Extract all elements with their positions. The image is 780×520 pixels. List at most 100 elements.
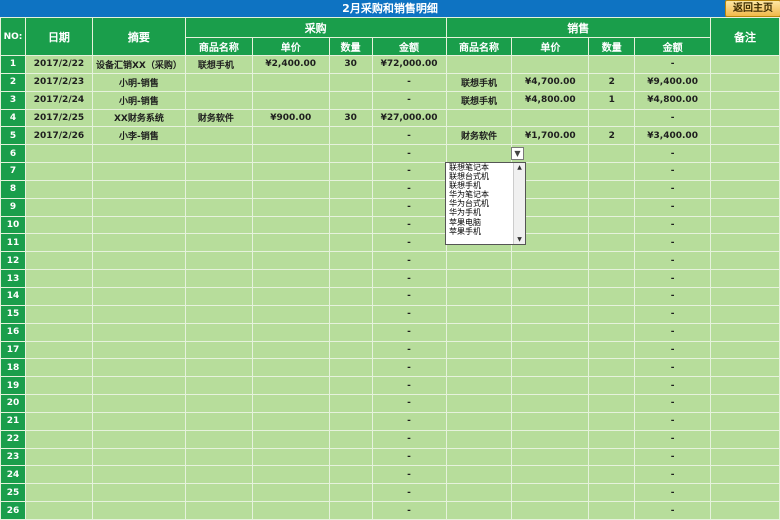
purchase-amount-cell[interactable]: -	[371, 447, 447, 467]
purchase-product-name-cell[interactable]	[184, 162, 253, 181]
remark-cell[interactable]	[710, 322, 780, 342]
purchase-product-name-cell[interactable]	[184, 269, 253, 288]
purchase-product-name-cell[interactable]	[184, 72, 253, 92]
purchase-product-name-cell[interactable]	[184, 286, 253, 306]
sales-quantity-cell[interactable]	[588, 286, 636, 306]
sales-amount-cell[interactable]: -	[634, 394, 712, 413]
sales-quantity-cell[interactable]: 2	[588, 72, 636, 92]
sales-unit-price-cell[interactable]	[511, 483, 590, 503]
purchase-product-name-cell[interactable]	[184, 411, 253, 431]
sales-quantity-cell[interactable]	[588, 447, 636, 467]
sales-amount-cell[interactable]: -	[634, 447, 712, 467]
dropdown-option[interactable]: 华为台式机	[446, 199, 513, 208]
purchase-amount-cell[interactable]: -	[371, 358, 447, 378]
sales-product-name-cell[interactable]	[445, 251, 513, 271]
sales-unit-price-cell[interactable]	[511, 411, 590, 431]
date-cell[interactable]: 2017/2/22	[24, 55, 93, 74]
sales-amount-cell[interactable]: ¥4,800.00	[634, 90, 712, 110]
summary-cell[interactable]: 设备汇销XX（采购）	[91, 55, 186, 74]
purchase-amount-cell[interactable]: -	[371, 162, 447, 181]
date-cell[interactable]	[24, 197, 93, 217]
purchase-quantity-cell[interactable]	[328, 304, 373, 324]
sales-quantity-cell[interactable]	[588, 376, 636, 396]
purchase-product-name-cell[interactable]	[184, 144, 253, 164]
dropdown-option[interactable]: 华为手机	[446, 208, 513, 217]
purchase-amount-cell[interactable]: -	[371, 144, 447, 164]
remark-cell[interactable]	[710, 233, 780, 253]
purchase-quantity-cell[interactable]	[328, 411, 373, 431]
sales-amount-cell[interactable]: -	[634, 376, 712, 396]
purchase-amount-cell[interactable]: -	[371, 90, 447, 110]
sales-unit-price-cell[interactable]	[511, 251, 590, 271]
sales-amount-cell[interactable]: -	[634, 197, 712, 217]
remark-cell[interactable]	[710, 340, 780, 360]
sales-amount-cell[interactable]: -	[634, 162, 712, 181]
sales-quantity-cell[interactable]: 2	[588, 126, 636, 146]
purchase-product-name-cell[interactable]	[184, 394, 253, 413]
date-cell[interactable]	[24, 322, 93, 342]
sales-amount-cell[interactable]: -	[634, 429, 712, 449]
date-cell[interactable]	[24, 286, 93, 306]
remark-cell[interactable]	[710, 162, 780, 181]
purchase-quantity-cell[interactable]	[328, 483, 373, 503]
purchase-quantity-cell[interactable]	[328, 90, 373, 110]
purchase-amount-cell[interactable]: -	[371, 304, 447, 324]
purchase-amount-cell[interactable]: -	[371, 411, 447, 431]
date-cell[interactable]: 2017/2/23	[24, 72, 93, 92]
purchase-quantity-cell[interactable]	[328, 72, 373, 92]
sales-quantity-cell[interactable]	[588, 483, 636, 503]
purchase-unit-price-cell[interactable]	[251, 269, 330, 288]
sales-unit-price-cell[interactable]	[511, 501, 590, 520]
purchase-unit-price-cell[interactable]	[251, 162, 330, 181]
summary-cell[interactable]	[91, 447, 186, 467]
summary-cell[interactable]	[91, 251, 186, 271]
summary-cell[interactable]: 小李-销售	[91, 126, 186, 146]
purchase-quantity-cell[interactable]	[328, 429, 373, 449]
sales-quantity-cell[interactable]	[588, 215, 636, 235]
sales-product-name-cell[interactable]: 财务软件	[445, 126, 513, 146]
purchase-quantity-cell[interactable]	[328, 447, 373, 467]
sales-product-name-cell[interactable]	[445, 429, 513, 449]
sales-unit-price-cell[interactable]	[511, 340, 590, 360]
summary-cell[interactable]	[91, 465, 186, 485]
summary-cell[interactable]	[91, 411, 186, 431]
purchase-product-name-cell[interactable]	[184, 179, 253, 199]
sales-product-name-cell[interactable]	[445, 501, 513, 520]
sales-product-name-cell[interactable]	[445, 394, 513, 413]
purchase-product-name-cell[interactable]	[184, 215, 253, 235]
date-cell[interactable]	[24, 411, 93, 431]
purchase-unit-price-cell[interactable]	[251, 376, 330, 396]
summary-cell[interactable]	[91, 286, 186, 306]
purchase-quantity-cell[interactable]	[328, 162, 373, 181]
sales-unit-price-cell[interactable]	[511, 358, 590, 378]
date-cell[interactable]	[24, 358, 93, 378]
dropdown-option[interactable]: 苹果电脑	[446, 218, 513, 227]
purchase-unit-price-cell[interactable]	[251, 340, 330, 360]
purchase-product-name-cell[interactable]	[184, 483, 253, 503]
purchase-unit-price-cell[interactable]	[251, 483, 330, 503]
sales-product-name-cell[interactable]	[445, 55, 513, 74]
remark-cell[interactable]	[710, 286, 780, 306]
sales-unit-price-cell[interactable]: ¥4,700.00	[511, 72, 590, 92]
purchase-product-name-cell[interactable]	[184, 429, 253, 449]
purchase-unit-price-cell[interactable]	[251, 144, 330, 164]
sales-amount-cell[interactable]: -	[634, 322, 712, 342]
sales-quantity-cell[interactable]	[588, 411, 636, 431]
purchase-product-name-cell[interactable]	[184, 126, 253, 146]
purchase-amount-cell[interactable]: ¥27,000.00	[371, 108, 447, 128]
sales-quantity-cell[interactable]	[588, 394, 636, 413]
sales-amount-cell[interactable]: -	[634, 483, 712, 503]
purchase-product-name-cell[interactable]: 联想手机	[184, 55, 253, 74]
purchase-amount-cell[interactable]: -	[371, 197, 447, 217]
sales-product-name-cell[interactable]	[445, 358, 513, 378]
remark-cell[interactable]	[710, 304, 780, 324]
remark-cell[interactable]	[710, 483, 780, 503]
sales-amount-cell[interactable]: -	[634, 340, 712, 360]
summary-cell[interactable]	[91, 179, 186, 199]
date-cell[interactable]	[24, 376, 93, 396]
dropdown-scrollbar[interactable]: ▲ ▼	[513, 163, 525, 244]
purchase-unit-price-cell[interactable]	[251, 126, 330, 146]
purchase-unit-price-cell[interactable]	[251, 322, 330, 342]
purchase-quantity-cell[interactable]	[328, 465, 373, 485]
sales-unit-price-cell[interactable]: ¥4,800.00	[511, 90, 590, 110]
